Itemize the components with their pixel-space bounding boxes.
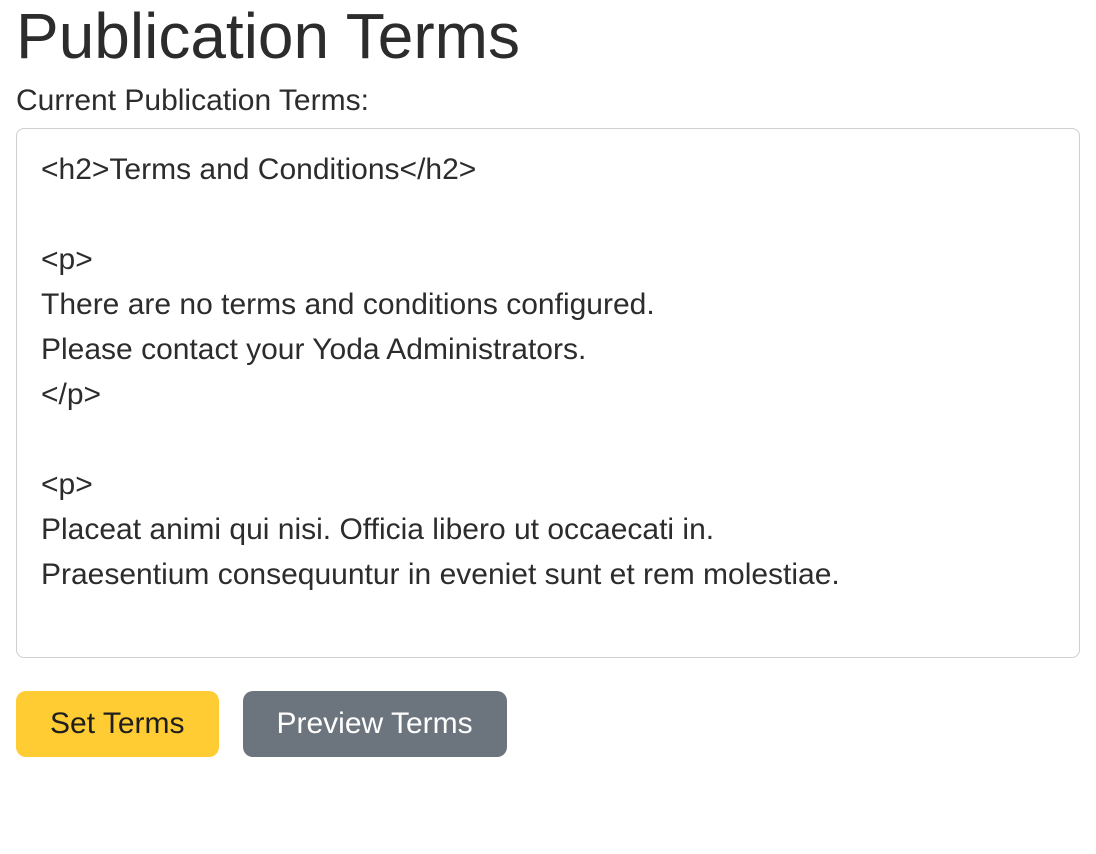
set-terms-button[interactable]: Set Terms: [16, 691, 219, 757]
terms-label: Current Publication Terms:: [16, 84, 1080, 118]
page-title: Publication Terms: [16, 0, 1080, 74]
terms-textarea-wrap: <h2>Terms and Conditions</h2> <p> There …: [16, 128, 1080, 663]
preview-terms-button[interactable]: Preview Terms: [243, 691, 507, 757]
publication-terms-page: Publication Terms Current Publication Te…: [0, 0, 1096, 757]
button-row: Set Terms Preview Terms: [16, 691, 1080, 757]
terms-textarea[interactable]: <h2>Terms and Conditions</h2> <p> There …: [16, 128, 1080, 658]
